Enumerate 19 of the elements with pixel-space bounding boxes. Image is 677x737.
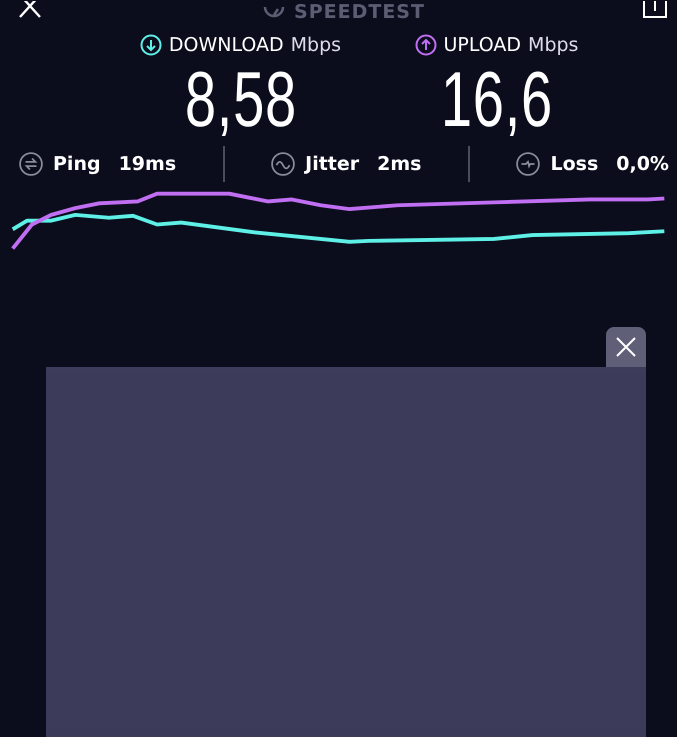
arrows-icon [19,152,43,176]
stat-value: 2ms [377,153,422,175]
stat-label: Loss [550,153,598,175]
app-title: SPEEDTEST [294,1,425,23]
unit-label: Mbps [290,34,342,56]
stat-value: 19ms [118,153,176,175]
stat-label: Ping [53,153,101,175]
result-label: UPLOAD [444,34,522,56]
wave-icon [271,152,296,176]
share-icon [642,1,668,19]
result-label: DOWNLOAD [168,34,284,56]
share-button[interactable] [641,0,669,20]
stat-value: 0,0% [616,153,669,175]
close-ad-button[interactable] [606,327,646,367]
unit-label: Mbps [528,34,578,56]
close-icon [615,336,637,358]
speed-value: 16,6 [440,56,553,142]
speed-value: 8,58 [184,56,297,142]
stat-label: Jitter [305,153,360,175]
